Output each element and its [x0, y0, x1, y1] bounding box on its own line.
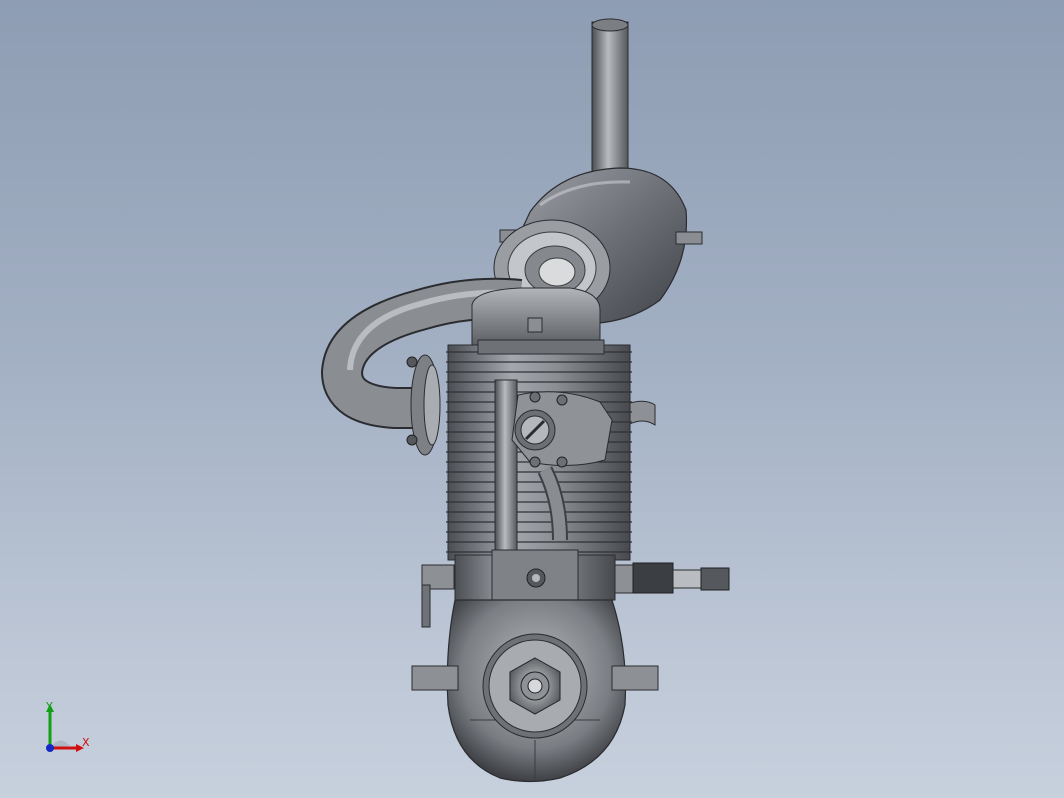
- y-axis-label: Y: [46, 700, 53, 713]
- exhaust-stack[interactable]: [591, 18, 629, 173]
- z-axis: [46, 744, 54, 752]
- x-axis-label: X: [82, 736, 90, 749]
- output-shaft[interactable]: [614, 562, 730, 594]
- cylinder-head[interactable]: [471, 287, 605, 355]
- crankcase[interactable]: [411, 599, 659, 783]
- graphics-viewport[interactable]: X Y: [0, 0, 1064, 798]
- pushrod-tube[interactable]: [494, 379, 518, 571]
- engine-model[interactable]: [0, 0, 1064, 798]
